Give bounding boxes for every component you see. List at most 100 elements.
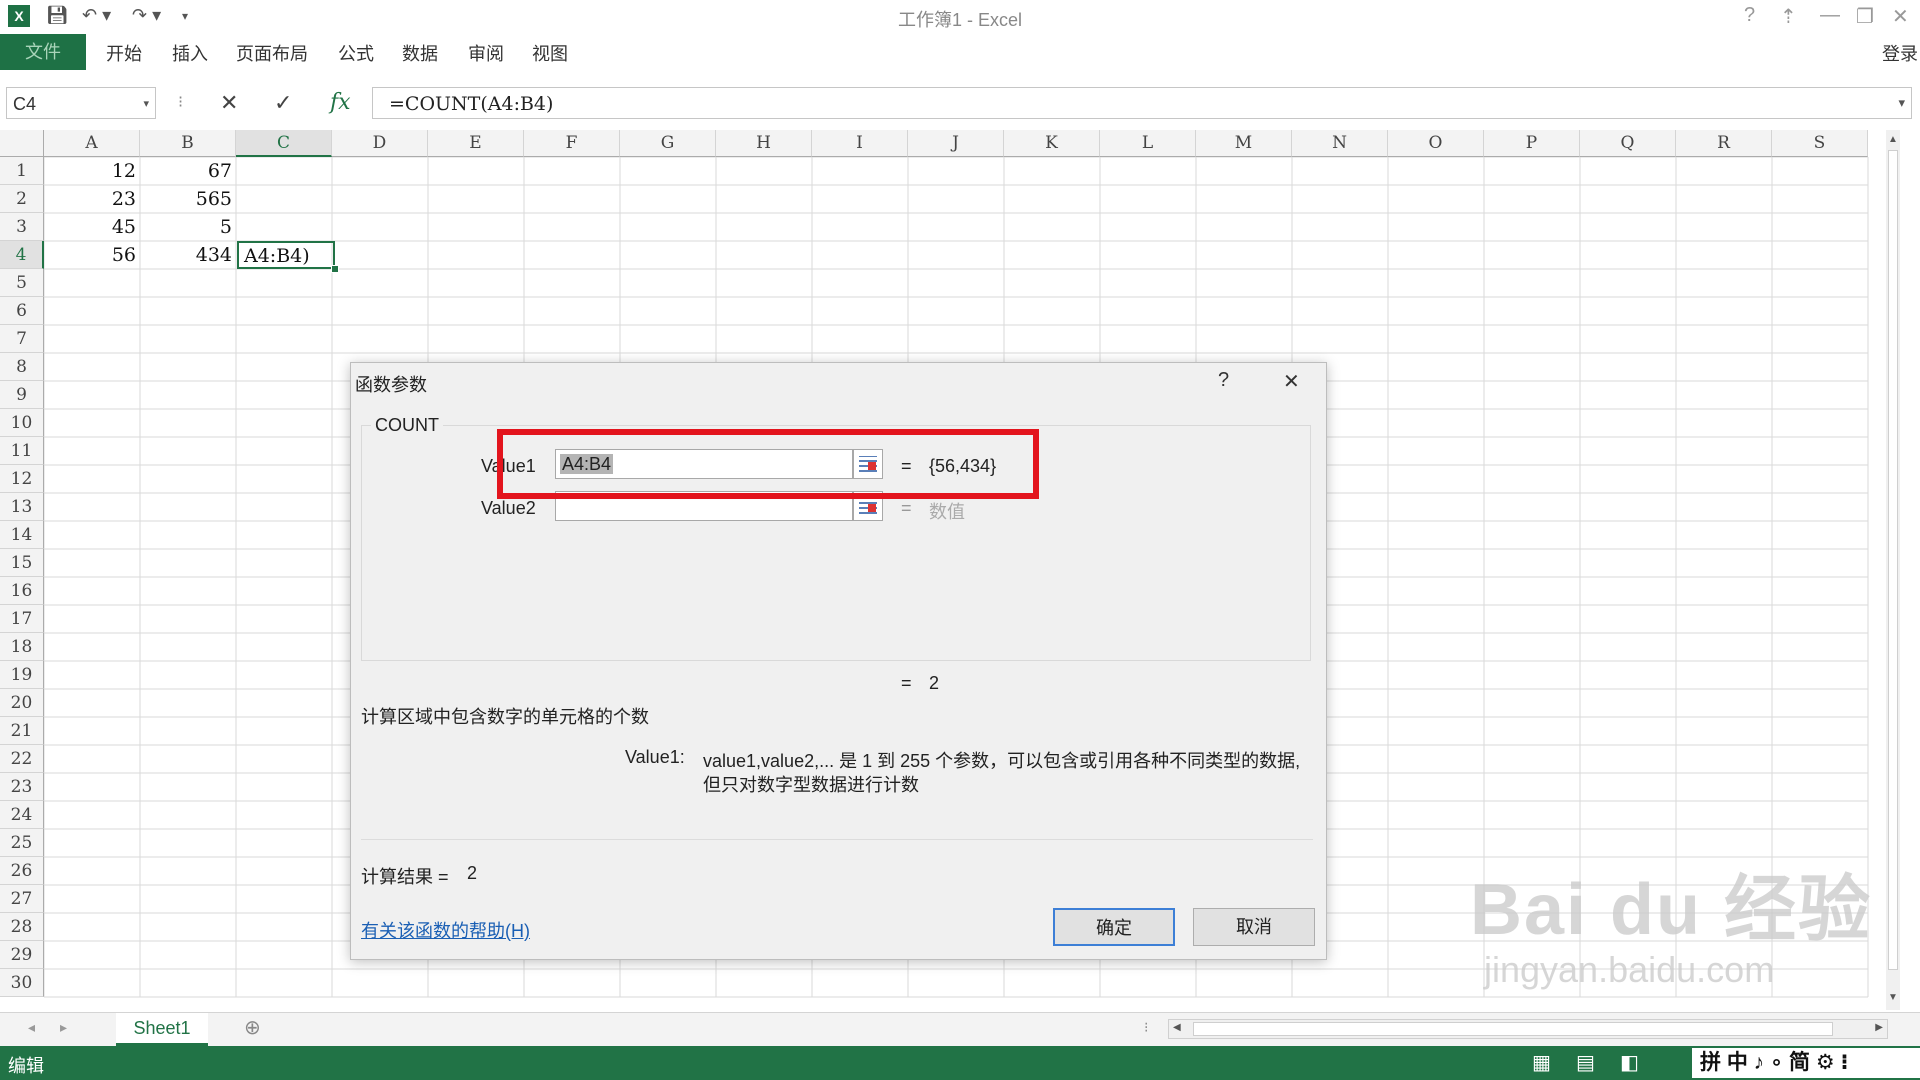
page-break-view-icon[interactable]: ◧	[1620, 1050, 1639, 1075]
column-header-b[interactable]: B	[140, 130, 236, 157]
row-header-7[interactable]: 7	[0, 325, 44, 353]
expand-formula-icon[interactable]: ▾	[1898, 88, 1905, 120]
add-sheet-icon[interactable]: ⊕	[244, 1015, 261, 1040]
row-header-6[interactable]: 6	[0, 297, 44, 325]
function-help-link[interactable]: 有关该函数的帮助(H)	[361, 917, 530, 943]
row-header-4[interactable]: 4	[0, 241, 44, 269]
cell-a2[interactable]: 23	[44, 185, 140, 213]
help-icon[interactable]: ?	[1744, 4, 1755, 27]
login-link[interactable]: 登录	[1882, 40, 1918, 66]
column-header-q[interactable]: Q	[1580, 130, 1676, 157]
dialog-close-icon[interactable]: ✕	[1283, 369, 1300, 394]
dialog-help-icon[interactable]: ?	[1218, 369, 1229, 392]
column-header-g[interactable]: G	[620, 130, 716, 157]
next-sheet-icon[interactable]: ▸	[60, 1019, 67, 1036]
ime-toolbar[interactable]: 拼 中 ♪ ∘ 简 ⚙ ⁝	[1692, 1048, 1920, 1078]
row-header-12[interactable]: 12	[0, 465, 44, 493]
cell-a1[interactable]: 12	[44, 157, 140, 185]
column-header-i[interactable]: I	[812, 130, 908, 157]
row-header-20[interactable]: 20	[0, 689, 44, 717]
row-header-27[interactable]: 27	[0, 885, 44, 913]
tab-home[interactable]: 开始	[106, 40, 142, 66]
ok-button[interactable]: 确定	[1053, 908, 1175, 946]
row-header-25[interactable]: 25	[0, 829, 44, 857]
row-header-15[interactable]: 15	[0, 549, 44, 577]
column-header-a[interactable]: A	[44, 130, 140, 157]
insert-function-icon[interactable]: fx	[330, 90, 351, 115]
column-header-k[interactable]: K	[1004, 130, 1100, 157]
formula-input[interactable]: =COUNT(A4:B4) ▾	[372, 87, 1912, 119]
tab-formulas[interactable]: 公式	[338, 40, 374, 66]
scroll-left-icon[interactable]: ◀	[1173, 1022, 1181, 1033]
prev-sheet-icon[interactable]: ◂	[28, 1019, 35, 1036]
row-header-18[interactable]: 18	[0, 633, 44, 661]
cell-b1[interactable]: 67	[140, 157, 236, 185]
column-header-m[interactable]: M	[1196, 130, 1292, 157]
row-header-13[interactable]: 13	[0, 493, 44, 521]
minimize-icon[interactable]: —	[1820, 4, 1840, 27]
tab-review[interactable]: 审阅	[468, 40, 504, 66]
function-arguments-dialog[interactable]: 函数参数 ? ✕ COUNT Value1 A4:B4 = {56,434} V…	[350, 362, 1327, 960]
tab-data[interactable]: 数据	[402, 40, 438, 66]
tab-page-layout[interactable]: 页面布局	[236, 40, 308, 66]
row-header-22[interactable]: 22	[0, 745, 44, 773]
row-header-11[interactable]: 11	[0, 437, 44, 465]
row-header-8[interactable]: 8	[0, 353, 44, 381]
column-header-n[interactable]: N	[1292, 130, 1388, 157]
normal-view-icon[interactable]: ▦	[1532, 1050, 1551, 1075]
cell-a4[interactable]: 56	[44, 241, 140, 269]
scroll-thumb[interactable]	[1888, 150, 1898, 970]
row-header-10[interactable]: 10	[0, 409, 44, 437]
close-window-icon[interactable]: ✕	[1892, 4, 1909, 29]
row-header-2[interactable]: 2	[0, 185, 44, 213]
scroll-up-icon[interactable]: ▲	[1888, 134, 1898, 145]
column-header-s[interactable]: S	[1772, 130, 1868, 157]
row-header-14[interactable]: 14	[0, 521, 44, 549]
row-header-17[interactable]: 17	[0, 605, 44, 633]
sheet-tab-sheet1[interactable]: Sheet1	[116, 1013, 208, 1046]
cell-b4[interactable]: 434	[140, 241, 236, 269]
cell-a3[interactable]: 45	[44, 213, 140, 241]
row-header-9[interactable]: 9	[0, 381, 44, 409]
split-handle-icon[interactable]: ⁝	[1144, 1019, 1148, 1036]
column-header-r[interactable]: R	[1676, 130, 1772, 157]
row-header-24[interactable]: 24	[0, 801, 44, 829]
row-header-21[interactable]: 21	[0, 717, 44, 745]
restore-icon[interactable]: ❐	[1856, 4, 1874, 29]
fill-handle[interactable]	[331, 265, 339, 273]
column-header-l[interactable]: L	[1100, 130, 1196, 157]
row-header-16[interactable]: 16	[0, 577, 44, 605]
name-box[interactable]: C4 ▾	[6, 87, 156, 119]
confirm-entry-icon[interactable]: ✓	[274, 90, 292, 116]
cell-b3[interactable]: 5	[140, 213, 236, 241]
row-header-29[interactable]: 29	[0, 941, 44, 969]
ribbon-display-icon[interactable]: ⇡	[1780, 4, 1797, 29]
cell-b2[interactable]: 565	[140, 185, 236, 213]
column-header-p[interactable]: P	[1484, 130, 1580, 157]
column-header-f[interactable]: F	[524, 130, 620, 157]
page-layout-view-icon[interactable]: ▤	[1576, 1050, 1595, 1075]
tab-file[interactable]: 文件	[0, 34, 86, 70]
cell-c4-active[interactable]: A4:B4)	[237, 241, 335, 269]
row-header-28[interactable]: 28	[0, 913, 44, 941]
row-header-19[interactable]: 19	[0, 661, 44, 689]
column-header-h[interactable]: H	[716, 130, 812, 157]
more-icon: ⁝	[178, 94, 184, 111]
chevron-down-icon[interactable]: ▾	[143, 88, 149, 120]
cancel-button[interactable]: 取消	[1193, 908, 1315, 946]
row-header-1[interactable]: 1	[0, 157, 44, 185]
column-header-c[interactable]: C	[236, 130, 332, 157]
tab-insert[interactable]: 插入	[172, 40, 208, 66]
row-header-3[interactable]: 3	[0, 213, 44, 241]
column-header-d[interactable]: D	[332, 130, 428, 157]
row-header-5[interactable]: 5	[0, 269, 44, 297]
row-header-23[interactable]: 23	[0, 773, 44, 801]
column-header-e[interactable]: E	[428, 130, 524, 157]
row-header-26[interactable]: 26	[0, 857, 44, 885]
tab-view[interactable]: 视图	[532, 40, 568, 66]
column-header-o[interactable]: O	[1388, 130, 1484, 157]
row-header-30[interactable]: 30	[0, 969, 44, 997]
cancel-entry-icon[interactable]: ✕	[220, 90, 238, 116]
column-header-j[interactable]: J	[908, 130, 1004, 157]
select-all-corner[interactable]	[0, 130, 44, 157]
